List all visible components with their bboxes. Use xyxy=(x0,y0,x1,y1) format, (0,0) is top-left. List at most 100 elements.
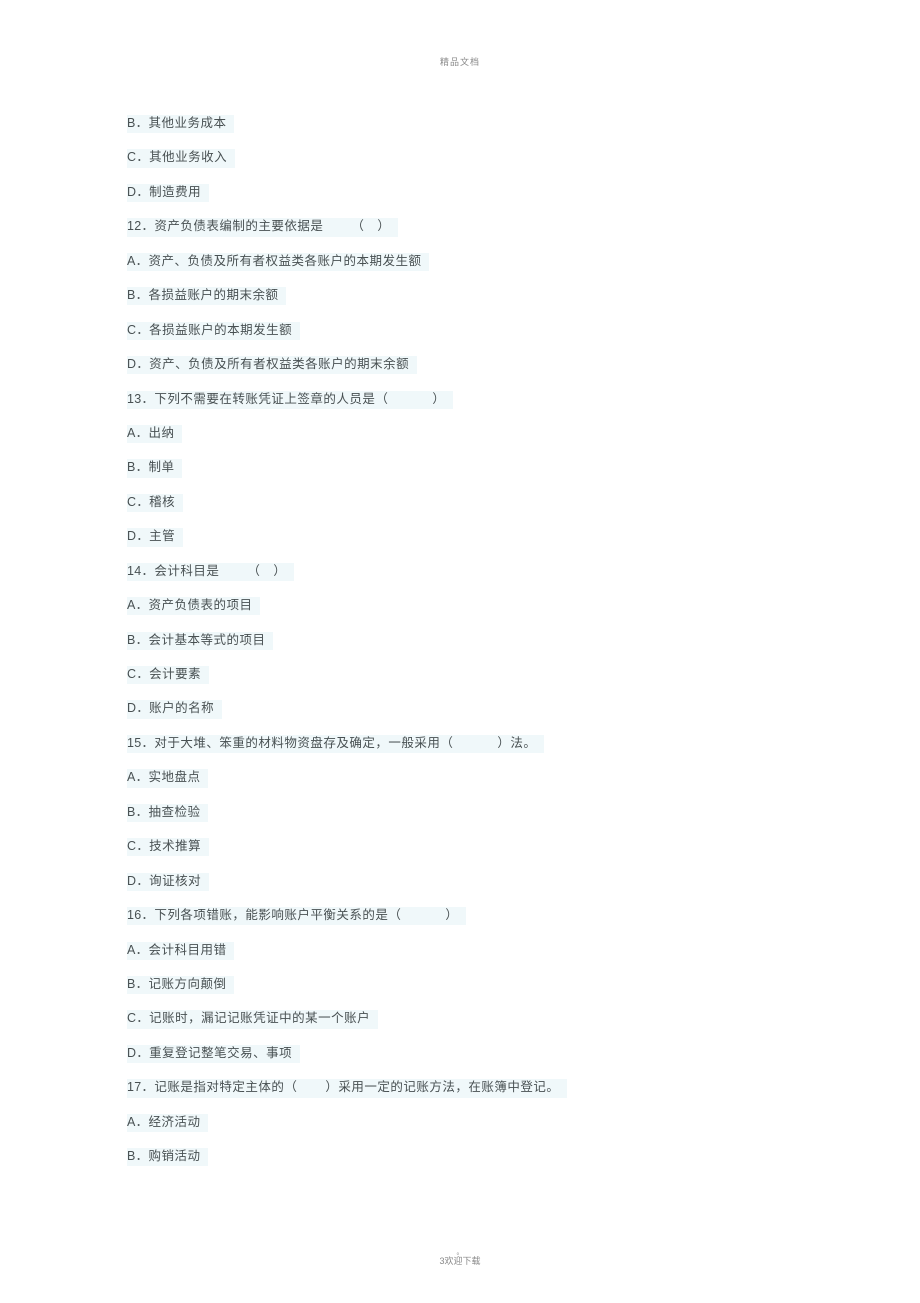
line-prefix: 15． xyxy=(127,736,154,750)
line-text: 实地盘点 xyxy=(148,770,200,784)
line-prefix: D． xyxy=(127,185,149,199)
line-highlight: B．记账方向颠倒 xyxy=(127,976,226,992)
document-line: D．重复登记整笔交易、事项 xyxy=(127,1045,793,1061)
document-line: D．账户的名称 xyxy=(127,700,793,716)
document-line: 17．记账是指对特定主体的（ ）采用一定的记账方法，在账簿中登记。 xyxy=(127,1079,793,1095)
header-label: 精品文档 xyxy=(440,55,480,68)
line-text: 经济活动 xyxy=(148,1115,200,1129)
line-highlight: B．各损益账户的期末余额 xyxy=(127,287,278,303)
document-line: 15．对于大堆、笨重的材料物资盘存及确定，一般采用（）法。 xyxy=(127,735,793,751)
line-prefix: C． xyxy=(127,667,149,681)
document-line: C．其他业务收入 xyxy=(127,149,793,165)
line-text: 其他业务成本 xyxy=(148,116,226,130)
line-highlight: 15．对于大堆、笨重的材料物资盘存及确定，一般采用（）法。 xyxy=(127,735,536,751)
document-line: 13．下列不需要在转账凭证上签章的人员是（） xyxy=(127,391,793,407)
line-prefix: B． xyxy=(127,288,148,302)
line-text: 会计要素 xyxy=(149,667,201,681)
document-line: B．其他业务成本 xyxy=(127,115,793,131)
line-highlight: C．会计要素 xyxy=(127,666,201,682)
line-prefix: C． xyxy=(127,323,149,337)
line-highlight: B．制单 xyxy=(127,459,174,475)
line-suffix: ） xyxy=(445,908,458,922)
line-highlight: B．购销活动 xyxy=(127,1148,200,1164)
line-text: 技术推算 xyxy=(149,839,201,853)
document-line: C．会计要素 xyxy=(127,666,793,682)
line-prefix: D． xyxy=(127,1046,149,1060)
line-prefix: C． xyxy=(127,150,149,164)
line-highlight: A．资产负债表的项目 xyxy=(127,597,252,613)
line-text: 会计科目是 xyxy=(154,564,219,578)
document-line: B．抽查检验 xyxy=(127,804,793,820)
line-prefix: B． xyxy=(127,805,148,819)
line-prefix: A． xyxy=(127,1115,148,1129)
line-highlight: D．主管 xyxy=(127,528,175,544)
line-highlight: C．稽核 xyxy=(127,494,175,510)
document-line: D．主管 xyxy=(127,528,793,544)
line-suffix: （ ） xyxy=(351,219,390,233)
line-prefix: D． xyxy=(127,701,149,715)
document-line: D．制造费用 xyxy=(127,184,793,200)
line-suffix: ） xyxy=(432,392,445,406)
line-text: 下列各项错账，能影响账户平衡关系的是（ xyxy=(154,908,401,922)
line-highlight: D．重复登记整笔交易、事项 xyxy=(127,1045,292,1061)
line-text: 购销活动 xyxy=(148,1149,200,1163)
line-prefix: 12． xyxy=(127,219,154,233)
document-line: B．记账方向颠倒 xyxy=(127,976,793,992)
line-prefix: 17． xyxy=(127,1080,154,1094)
line-text: 记账是指对特定主体的（ xyxy=(154,1080,297,1094)
line-prefix: 13． xyxy=(127,392,154,406)
line-text: 主管 xyxy=(149,529,175,543)
line-suffix: ）法。 xyxy=(497,736,536,750)
document-line: A．资产、负债及所有者权益类各账户的本期发生额 xyxy=(127,253,793,269)
line-highlight: A．实地盘点 xyxy=(127,769,200,785)
line-text: 记账时，漏记记账凭证中的某一个账户 xyxy=(149,1011,370,1025)
line-highlight: A．资产、负债及所有者权益类各账户的本期发生额 xyxy=(127,253,421,269)
document-line: A．实地盘点 xyxy=(127,769,793,785)
line-prefix: 14． xyxy=(127,564,154,578)
document-line: B．制单 xyxy=(127,459,793,475)
document-line: B．购销活动 xyxy=(127,1148,793,1164)
line-highlight: C．其他业务收入 xyxy=(127,149,227,165)
line-text: 出纳 xyxy=(148,426,174,440)
line-prefix: C． xyxy=(127,839,149,853)
document-line: 16．下列各项错账，能影响账户平衡关系的是（ ） xyxy=(127,907,793,923)
line-prefix: A． xyxy=(127,426,148,440)
footer: 。 3欢迎下载 xyxy=(439,1248,480,1267)
document-line: A．出纳 xyxy=(127,425,793,441)
document-line: A．会计科目用错 xyxy=(127,942,793,958)
line-highlight: 12．资产负债表编制的主要依据是（ ） xyxy=(127,218,390,234)
document-line: B．各损益账户的期末余额 xyxy=(127,287,793,303)
line-highlight: C．各损益账户的本期发生额 xyxy=(127,322,292,338)
line-text: 抽查检验 xyxy=(148,805,200,819)
line-text: 资产、负债及所有者权益类各账户的期末余额 xyxy=(149,357,409,371)
line-highlight: 16．下列各项错账，能影响账户平衡关系的是（ ） xyxy=(127,907,458,923)
line-prefix: B． xyxy=(127,977,148,991)
line-prefix: D． xyxy=(127,529,149,543)
line-highlight: B．其他业务成本 xyxy=(127,115,226,131)
line-prefix: A． xyxy=(127,598,148,612)
document-line: C．记账时，漏记记账凭证中的某一个账户 xyxy=(127,1010,793,1026)
line-prefix: B． xyxy=(127,633,148,647)
line-prefix: A． xyxy=(127,770,148,784)
line-suffix: ）采用一定的记账方法，在账簿中登记。 xyxy=(325,1080,559,1094)
line-text: 各损益账户的期末余额 xyxy=(148,288,278,302)
line-text: 会计基本等式的项目 xyxy=(148,633,265,647)
line-highlight: D．账户的名称 xyxy=(127,700,214,716)
line-text: 其他业务收入 xyxy=(149,150,227,164)
line-prefix: D． xyxy=(127,874,149,888)
document-line: C．稽核 xyxy=(127,494,793,510)
line-prefix: A． xyxy=(127,943,148,957)
line-highlight: D．询证核对 xyxy=(127,873,201,889)
line-highlight: A．经济活动 xyxy=(127,1114,200,1130)
document-line: B．会计基本等式的项目 xyxy=(127,632,793,648)
line-text: 资产、负债及所有者权益类各账户的本期发生额 xyxy=(148,254,421,268)
line-highlight: B．抽查检验 xyxy=(127,804,200,820)
line-prefix: 16． xyxy=(127,908,154,922)
document-line: 14．会计科目是（ ） xyxy=(127,563,793,579)
line-text: 账户的名称 xyxy=(149,701,214,715)
line-prefix: C． xyxy=(127,495,149,509)
document-line: C．技术推算 xyxy=(127,838,793,854)
line-text: 记账方向颠倒 xyxy=(148,977,226,991)
line-highlight: A．会计科目用错 xyxy=(127,942,226,958)
document-line: D．资产、负债及所有者权益类各账户的期末余额 xyxy=(127,356,793,372)
